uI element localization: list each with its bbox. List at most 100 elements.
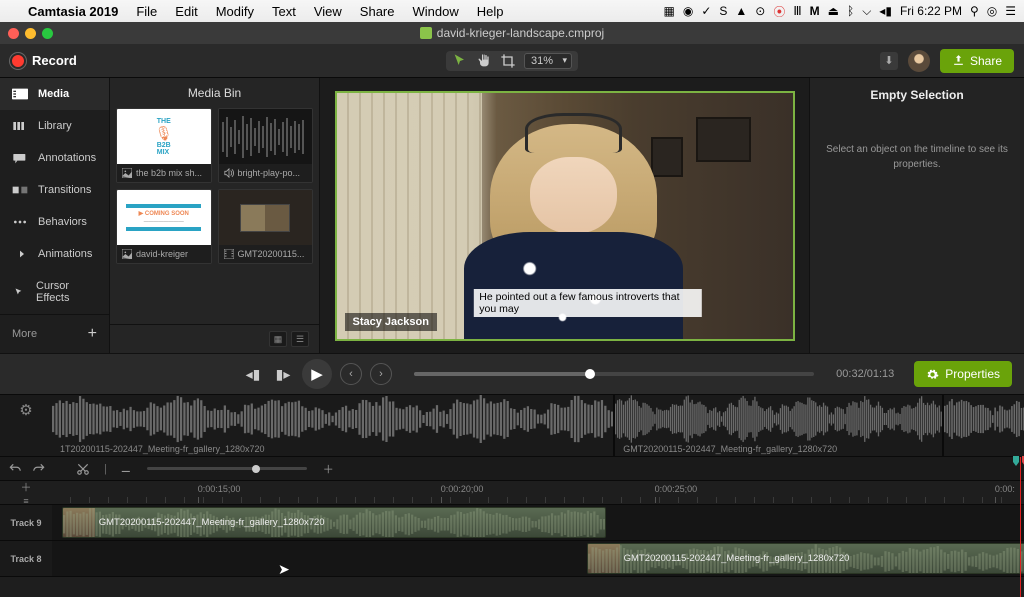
- timeline-clip[interactable]: GMT20200115-202447_Meeting-fr_gallery_12…: [62, 507, 606, 538]
- menubar-icon[interactable]: M: [810, 4, 820, 18]
- timeline-ruler[interactable]: ＋ ≡ 0:00:15;00 0:00:20;00 0:00:25;00 0:0…: [0, 481, 1024, 505]
- battery-icon[interactable]: ◂▮: [879, 4, 892, 18]
- redo-button[interactable]: [32, 462, 46, 476]
- siri-icon[interactable]: ◎: [987, 4, 997, 18]
- timeline-track[interactable]: Track 8 GMT20200115-202447_Meeting-fr_ga…: [0, 541, 1024, 577]
- media-item[interactable]: THE 🎙 B2BMIX the b2b mix sh...: [116, 108, 212, 183]
- media-item[interactable]: ▶ COMING SOON ———————— david-kreiger: [116, 189, 212, 264]
- cursor-effects-icon: [12, 286, 26, 298]
- properties-panel: Empty Selection Select an object on the …: [809, 78, 1024, 353]
- document-title: david-krieger-landscape.cmproj: [437, 26, 604, 40]
- animations-icon: [12, 248, 28, 260]
- menubar-icon[interactable]: ✓: [701, 4, 711, 18]
- menu-share[interactable]: Share: [360, 4, 395, 19]
- record-button[interactable]: Record: [10, 53, 77, 69]
- sidebar-item-behaviors[interactable]: Behaviors: [0, 206, 109, 238]
- menu-text[interactable]: Text: [272, 4, 296, 19]
- library-icon: [12, 120, 28, 132]
- menubar-icon[interactable]: Ⅲ: [793, 4, 801, 18]
- ruler-tick: 0:00:: [995, 484, 1015, 494]
- wifi-icon[interactable]: ⌵: [862, 4, 871, 19]
- media-item[interactable]: bright-play-po...: [218, 108, 314, 183]
- wave-label-left: 1T20200115-202447_Meeting-fr_gallery_128…: [56, 442, 269, 456]
- undo-button[interactable]: [8, 462, 22, 476]
- next-button[interactable]: ›: [370, 363, 392, 385]
- media-icon: [12, 88, 28, 100]
- annotations-icon: [12, 152, 28, 164]
- menu-window[interactable]: Window: [413, 4, 459, 19]
- zoom-out-icon[interactable]: ⚊: [121, 462, 131, 475]
- sidebar-item-transitions[interactable]: Transitions: [0, 174, 109, 206]
- record-label: Record: [32, 53, 77, 68]
- bluetooth-icon[interactable]: ᛒ: [847, 4, 854, 18]
- zoom-slider[interactable]: [147, 467, 307, 470]
- cut-button[interactable]: [76, 462, 90, 476]
- media-bin-title: Media Bin: [110, 78, 319, 108]
- tool-sidebar: Media Library Annotations Transitions Be…: [0, 78, 110, 353]
- sidebar-item-annotations[interactable]: Annotations: [0, 142, 109, 174]
- track-name: Track 9: [10, 518, 41, 528]
- pointer-tool-icon[interactable]: [452, 53, 468, 69]
- spotlight-icon[interactable]: ⚲: [970, 4, 979, 18]
- sidebar-more[interactable]: More +: [0, 314, 109, 353]
- menubar-icon[interactable]: ⏏: [828, 4, 839, 18]
- window-titlebar: david-krieger-landscape.cmproj: [0, 22, 1024, 44]
- video-preview[interactable]: He pointed out a few famous introverts t…: [335, 91, 795, 341]
- properties-button[interactable]: Properties: [914, 361, 1012, 387]
- clock[interactable]: Fri 6:22 PM: [900, 4, 962, 18]
- zoom-in-icon[interactable]: ＋: [323, 461, 334, 477]
- ruler-tick: 0:00:25;00: [655, 484, 698, 494]
- zoom-select[interactable]: 31%: [524, 53, 572, 69]
- menubar-icon[interactable]: S: [719, 4, 727, 18]
- step-fwd-button[interactable]: ▮▸: [272, 363, 294, 385]
- step-back-button[interactable]: ◂▮: [242, 363, 264, 385]
- timeline-clip[interactable]: GMT20200115-202447_Meeting-fr_gallery_12…: [587, 543, 1024, 574]
- share-button[interactable]: Share: [940, 49, 1014, 73]
- menu-view[interactable]: View: [314, 4, 342, 19]
- grid-view-button[interactable]: ▦: [269, 331, 287, 347]
- video-icon: [224, 249, 234, 259]
- menubar-icon[interactable]: ▲: [735, 4, 747, 18]
- download-button[interactable]: ⬇: [880, 52, 898, 70]
- audio-icon: [224, 168, 234, 178]
- menu-modify[interactable]: Modify: [216, 4, 254, 19]
- media-bin-panel: Media Bin THE 🎙 B2BMIX the b2b mix sh...…: [110, 78, 320, 353]
- list-view-button[interactable]: ☰: [291, 331, 309, 347]
- prev-button[interactable]: ‹: [340, 363, 362, 385]
- canvas-area[interactable]: He pointed out a few famous introverts t…: [320, 78, 809, 353]
- wave-label-right: GMT20200115-202447_Meeting-fr_gallery_12…: [619, 442, 841, 456]
- menu-file[interactable]: File: [136, 4, 157, 19]
- time-display: 00:32/01:13: [836, 368, 894, 380]
- upload-icon: [952, 54, 965, 67]
- image-icon: [122, 168, 132, 178]
- sidebar-item-animations[interactable]: Animations: [0, 238, 109, 270]
- menubar-icon[interactable]: ◉: [683, 4, 693, 18]
- scrubber-head[interactable]: [585, 369, 595, 379]
- transitions-icon: [12, 184, 28, 196]
- menu-help[interactable]: Help: [477, 4, 504, 19]
- add-icon[interactable]: +: [88, 325, 97, 343]
- hand-tool-icon[interactable]: [476, 53, 492, 69]
- sidebar-item-cursor-effects[interactable]: Cursor Effects: [0, 270, 109, 314]
- scrubber[interactable]: [414, 372, 814, 376]
- menubar-icon[interactable]: ⦿: [773, 3, 785, 20]
- sidebar-item-library[interactable]: Library: [0, 110, 109, 142]
- media-item[interactable]: GMT20200115...: [218, 189, 314, 264]
- add-track-icon[interactable]: ＋: [21, 479, 32, 495]
- app-name[interactable]: Camtasia 2019: [28, 4, 118, 19]
- timeline-settings-icon[interactable]: ⚙: [0, 395, 52, 456]
- notification-center-icon[interactable]: ☰: [1005, 4, 1016, 18]
- menubar-icon[interactable]: ▦: [663, 4, 674, 18]
- ruler-tick: 0:00:20;00: [441, 484, 484, 494]
- crop-tool-icon[interactable]: [500, 53, 516, 69]
- sidebar-item-media[interactable]: Media: [0, 78, 109, 110]
- speaker-name-tag: Stacy Jackson: [345, 313, 437, 331]
- app-toolbar: Record 31% ⬇ Share: [0, 44, 1024, 78]
- menu-edit[interactable]: Edit: [175, 4, 197, 19]
- timeline-controls: | ⚊ ＋: [0, 457, 1024, 481]
- waveform-overview[interactable]: ⚙ 1T20200115-202447_Meeting-fr_gallery_1…: [0, 395, 1024, 457]
- play-button[interactable]: ▶: [302, 359, 332, 389]
- menubar-icon[interactable]: ⊙: [755, 4, 765, 18]
- user-avatar[interactable]: [908, 50, 930, 72]
- timeline-track[interactable]: Track 9 GMT20200115-202447_Meeting-fr_ga…: [0, 505, 1024, 541]
